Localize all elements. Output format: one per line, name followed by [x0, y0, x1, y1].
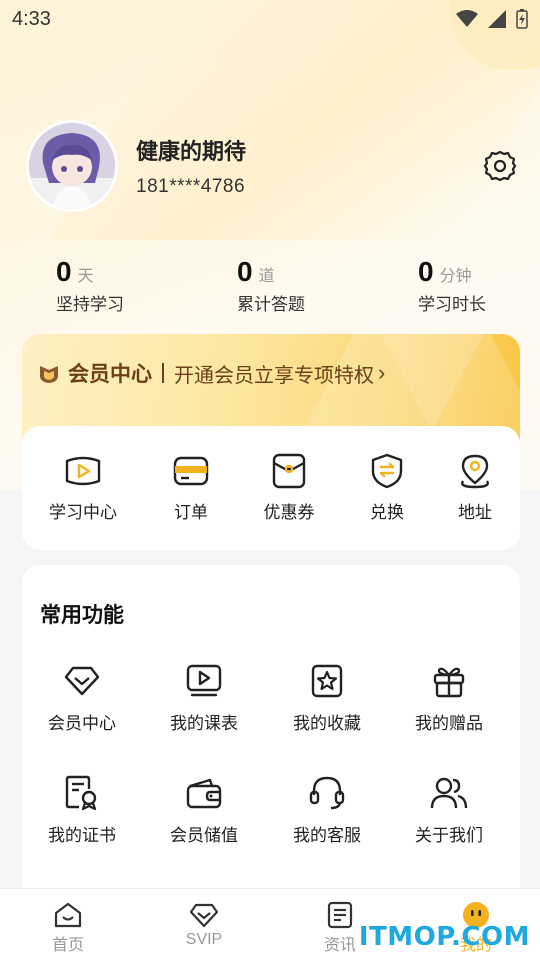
vip-badge-icon [40, 366, 58, 383]
func-my-certificates[interactable]: 我的证书 [22, 775, 142, 846]
quick-label: 兑换 [370, 503, 404, 522]
profile-header: 健康的期待 181****4786 [26, 120, 520, 212]
gift-icon [433, 667, 465, 698]
quick-label: 优惠券 [263, 503, 315, 522]
coupon-icon [272, 453, 306, 489]
func-label: 我的收藏 [293, 714, 361, 733]
battery-icon [516, 9, 528, 29]
tab-svip[interactable]: SVIP [154, 901, 254, 949]
signal-icon [488, 10, 506, 28]
func-label: 我的赠品 [415, 714, 483, 733]
func-label: 会员中心 [48, 714, 116, 733]
stat-study-days: 0天 坚持学习 [56, 256, 124, 315]
stat-value: 0 [56, 256, 72, 287]
users-icon [430, 777, 468, 809]
quick-address[interactable]: 地址 [430, 452, 520, 523]
func-label: 我的课表 [170, 714, 238, 733]
star-bookmark-icon [311, 664, 343, 698]
status-icons [456, 9, 528, 29]
user-nickname: 健康的期待 [136, 139, 247, 164]
stat-answered: 0道 累计答题 [237, 256, 305, 315]
stat-study-time: 0 分钟 学习时长 [418, 256, 486, 315]
quick-orders[interactable]: 订单 [146, 452, 236, 523]
user-phone: 181****4786 [136, 176, 246, 197]
quick-exchange[interactable]: 兑换 [342, 452, 432, 523]
wallet-icon [186, 778, 222, 809]
quick-study-center[interactable]: 学习中心 [38, 452, 128, 523]
status-bar: 4:33 [0, 0, 540, 38]
stat-value: 0 [418, 256, 434, 287]
quick-coupons[interactable]: 优惠券 [244, 452, 334, 523]
quick-label: 学习中心 [49, 503, 117, 522]
func-my-gifts[interactable]: 我的赠品 [389, 663, 509, 734]
vip-divider [162, 363, 164, 383]
chevron-right-icon: › [378, 360, 386, 385]
stat-unit: 分钟 [439, 268, 472, 285]
video-lesson-icon [186, 664, 222, 697]
watermark-text: ITMOP.COM [358, 922, 530, 952]
quick-menu-card: 学习中心 订单 优惠券 兑换 地址 [22, 426, 520, 550]
exchange-shield-icon [371, 453, 403, 489]
home-icon [54, 902, 82, 928]
news-icon [327, 901, 353, 929]
diamond-icon [64, 666, 100, 696]
stat-unit: 天 [77, 268, 94, 285]
vip-row: 会员中心 开通会员立享专项特权 › [38, 358, 385, 388]
func-vip-center[interactable]: 会员中心 [22, 663, 142, 734]
func-customer-service[interactable]: 我的客服 [267, 775, 387, 846]
vip-title: 会员中心 [68, 363, 152, 386]
wifi-icon [456, 10, 478, 27]
func-my-favorites[interactable]: 我的收藏 [267, 663, 387, 734]
avatar[interactable] [26, 120, 118, 212]
settings-button[interactable] [480, 146, 520, 186]
stat-value: 0 [237, 256, 253, 287]
func-label: 我的证书 [48, 826, 116, 845]
status-time: 4:33 [12, 7, 51, 30]
location-icon [461, 454, 489, 489]
headset-icon [309, 776, 345, 810]
func-about-us[interactable]: 关于我们 [389, 775, 509, 846]
diamond-icon [189, 903, 219, 928]
stat-label: 坚持学习 [56, 295, 124, 314]
section-title: 常用功能 [40, 604, 124, 627]
tab-label: 首页 [51, 937, 84, 954]
stat-label: 学习时长 [418, 295, 486, 314]
func-label: 我的客服 [293, 826, 361, 845]
stat-unit: 道 [258, 268, 275, 285]
tab-home[interactable]: 首页 [18, 901, 118, 955]
func-label: 会员储值 [170, 826, 238, 845]
vip-subtitle: 开通会员立享专项特权 [174, 364, 374, 387]
card-icon [173, 456, 209, 486]
func-my-schedule[interactable]: 我的课表 [144, 663, 264, 734]
stats-row: 0天 坚持学习 0道 累计答题 0 分钟 学习时长 [0, 256, 540, 316]
certificate-icon [65, 775, 97, 811]
stat-label: 累计答题 [237, 295, 305, 314]
play-book-icon [65, 456, 101, 486]
gear-icon [483, 150, 517, 182]
tab-label: SVIP [185, 931, 223, 948]
func-label: 关于我们 [415, 826, 483, 845]
func-member-deposit[interactable]: 会员储值 [144, 775, 264, 846]
quick-label: 订单 [174, 503, 208, 522]
quick-label: 地址 [458, 503, 492, 522]
profile-text: 健康的期待 181****4786 [136, 134, 246, 198]
